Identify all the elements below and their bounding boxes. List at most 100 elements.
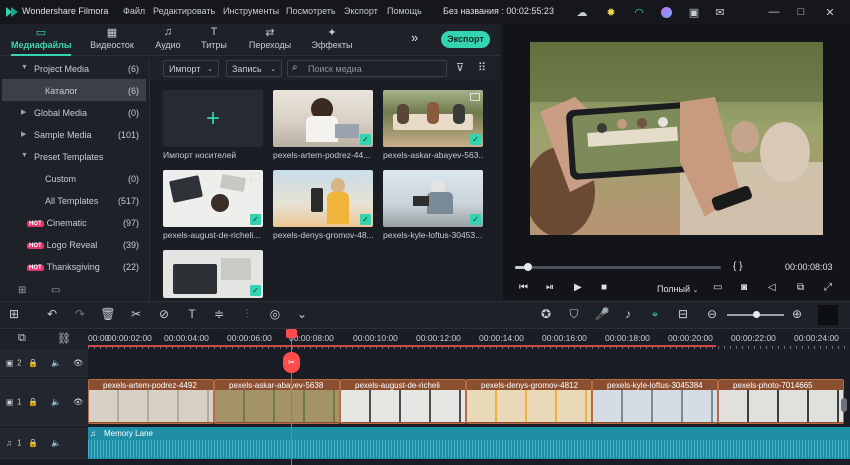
split-icon[interactable]: ✂ xyxy=(283,352,300,373)
tab-stock[interactable]: ▦ Видеосток xyxy=(82,24,142,56)
fullscreen-icon[interactable]: ⤢ xyxy=(824,282,832,293)
lock-icon[interactable]: 🔒 xyxy=(28,359,38,368)
sidebar-item-thanksgiving[interactable]: HOT Thanksgiving (22) xyxy=(0,255,150,277)
snap-icon[interactable]: ⌖ xyxy=(647,307,663,322)
sidebar-item-project-media[interactable]: ▼ Project Media (6) xyxy=(0,57,150,79)
preview-scrubber[interactable] xyxy=(515,266,721,269)
sidebar-item-logo-reveal[interactable]: HOT Logo Reveal (39) xyxy=(0,233,150,255)
delete-icon[interactable]: 🗑 xyxy=(100,307,116,321)
marker-icon[interactable]: ⛉ xyxy=(566,307,582,322)
sidebar-item-catalog[interactable]: Каталог (6) xyxy=(2,79,146,101)
headset-icon[interactable]: ◠ xyxy=(631,4,647,20)
panel-toggle-icon[interactable] xyxy=(818,305,838,325)
eye-icon[interactable]: 👁 xyxy=(73,359,83,368)
timeline-clip[interactable]: pexels-askar-abayev-5638 xyxy=(214,379,340,424)
link-icon[interactable]: ⛓ xyxy=(57,332,71,345)
sidebar-item-preset-templates[interactable]: ▼ Preset Templates xyxy=(0,145,150,167)
music-note-icon[interactable]: ♪ xyxy=(620,307,636,321)
export-button[interactable]: Экспорт xyxy=(441,31,490,48)
mic-icon[interactable]: 🎤 xyxy=(594,307,610,321)
more-icon[interactable]: ⌄ xyxy=(294,307,310,321)
avatar-icon[interactable] xyxy=(658,4,674,20)
stop-icon[interactable]: ■ xyxy=(601,282,607,293)
timeline-clip[interactable]: pexels-artem-podrez-4492 xyxy=(88,379,214,424)
cloud-icon[interactable]: ☁ xyxy=(574,4,590,20)
volume-icon[interactable]: ◁ xyxy=(768,282,776,293)
prev-frame-icon[interactable]: ⏮ xyxy=(519,282,528,293)
add-track-icon[interactable]: ⧉ xyxy=(18,332,26,345)
sidebar-item-cinematic[interactable]: HOT Cinematic (97) xyxy=(0,211,150,233)
tab-titles[interactable]: T Титры xyxy=(184,24,244,56)
zoom-out-icon[interactable]: ⊖ xyxy=(704,307,720,321)
camera-icon[interactable]: ◙ xyxy=(741,282,747,293)
media-item[interactable]: ✓ pexels-artem-podrez-44... xyxy=(273,90,373,160)
bulb-icon[interactable]: ✹ xyxy=(603,4,619,20)
playhead-handle[interactable] xyxy=(286,329,297,338)
vertical-scrollbar[interactable] xyxy=(841,398,847,412)
save-icon[interactable]: ▣ xyxy=(686,4,702,20)
media-item[interactable]: ✓ xyxy=(163,250,263,298)
menu-tools[interactable]: Инструменты xyxy=(223,6,279,16)
media-item[interactable]: ✓ pexels-denys-gromov-48... xyxy=(273,170,373,240)
speaker-icon[interactable]: 🔈 xyxy=(51,359,61,368)
step-back-icon[interactable]: ⏯ xyxy=(546,282,554,293)
menu-export[interactable]: Экспорт xyxy=(344,6,378,16)
grid-view-icon[interactable]: ⠿ xyxy=(478,61,486,74)
lock-icon[interactable]: 🔒 xyxy=(28,397,38,406)
play-icon[interactable]: ▶ xyxy=(574,282,582,293)
mail-icon[interactable]: ✉ xyxy=(712,4,728,20)
audio-clip[interactable]: ♫ Memory Lane xyxy=(88,427,850,459)
text-edit-icon[interactable]: T xyxy=(184,307,200,321)
sidebar-item-custom[interactable]: Custom (0) xyxy=(0,167,150,189)
record-dropdown[interactable]: Запись ⌄ xyxy=(226,60,282,77)
maximize-icon[interactable]: □ xyxy=(793,4,809,20)
lock-icon[interactable]: 🔒 xyxy=(28,438,38,447)
monitor-icon[interactable]: ▭ xyxy=(713,282,722,293)
tab-effects[interactable]: ✦ Эффекты xyxy=(302,24,362,56)
scrubber-handle[interactable] xyxy=(524,263,532,271)
filter-icon[interactable]: ⊽ xyxy=(456,61,464,74)
more-tabs-icon[interactable]: » xyxy=(411,30,418,45)
menu-edit[interactable]: Редактировать xyxy=(153,6,215,16)
speaker-icon[interactable]: 🔈 xyxy=(51,397,61,406)
speaker-icon[interactable]: 🔈 xyxy=(51,438,61,447)
search-input[interactable]: Поиск медиа xyxy=(287,60,447,77)
tag-icon[interactable]: ⊘ xyxy=(156,307,172,321)
adjust-icon[interactable]: ≑ xyxy=(211,307,227,321)
menu-help[interactable]: Помощь xyxy=(387,6,422,16)
new-folder-icon[interactable]: ⊞ xyxy=(18,285,26,296)
timeline-ruler[interactable]: 00:00 00:00:02:00 00:00:04:00 00:00:06:0… xyxy=(88,330,850,350)
menu-file[interactable]: Файл xyxy=(123,6,145,16)
cut-icon[interactable]: ✂ xyxy=(128,307,144,321)
media-item[interactable]: ✓ pexels-kyle-loftus-30453... xyxy=(383,170,483,240)
eye-icon[interactable]: 👁 xyxy=(73,397,83,406)
zoom-in-icon[interactable]: ⊕ xyxy=(789,307,805,321)
media-item[interactable]: ✓ pexels-askar-abayev-563... xyxy=(383,90,483,160)
sidebar-item-sample-media[interactable]: ▶ Sample Media (101) xyxy=(0,123,150,145)
zoom-slider-handle[interactable] xyxy=(753,311,760,318)
import-dropdown[interactable]: Импорт ⌄ xyxy=(163,60,219,77)
caption-icon[interactable]: ⊟ xyxy=(675,307,691,321)
timeline-clip[interactable]: pexels-august-de-richeli xyxy=(340,379,466,424)
undo-icon[interactable]: ↶ xyxy=(44,307,60,321)
pip-icon[interactable]: ⧉ xyxy=(797,282,804,293)
quality-dropdown[interactable]: Полный ⌄ xyxy=(657,284,698,294)
import-media-card[interactable]: + Импорт носителей xyxy=(163,90,263,160)
timeline-clip[interactable]: pexels-kyle-loftus-3045384 xyxy=(592,379,718,424)
tab-media[interactable]: ▭ Медиафайлы xyxy=(11,24,72,56)
menu-view[interactable]: Посмотреть xyxy=(286,6,336,16)
timeline-clip[interactable]: pexels-denys-gromov-4812 xyxy=(466,379,592,424)
speed-icon[interactable]: ◎ xyxy=(267,307,283,321)
timeline-clip[interactable]: pexels-photo-7014665 xyxy=(718,379,844,424)
sidebar-item-global-media[interactable]: ▶ Global Media (0) xyxy=(0,101,150,123)
folder-icon[interactable]: ▭ xyxy=(51,285,60,296)
sidebar-item-all-templates[interactable]: All Templates (517) xyxy=(0,189,150,211)
mark-in-out[interactable]: { } xyxy=(733,261,742,272)
render-icon[interactable]: ✪ xyxy=(538,307,554,321)
minimize-icon[interactable]: — xyxy=(766,4,782,20)
close-icon[interactable]: ✕ xyxy=(822,4,838,20)
media-item[interactable]: ✓ pexels-august-de-richeli... xyxy=(163,170,263,240)
playhead-line[interactable] xyxy=(291,330,292,465)
tab-transitions[interactable]: ⇄ Переходы xyxy=(240,24,300,56)
layout-grid-icon[interactable]: ⊞ xyxy=(6,307,22,321)
